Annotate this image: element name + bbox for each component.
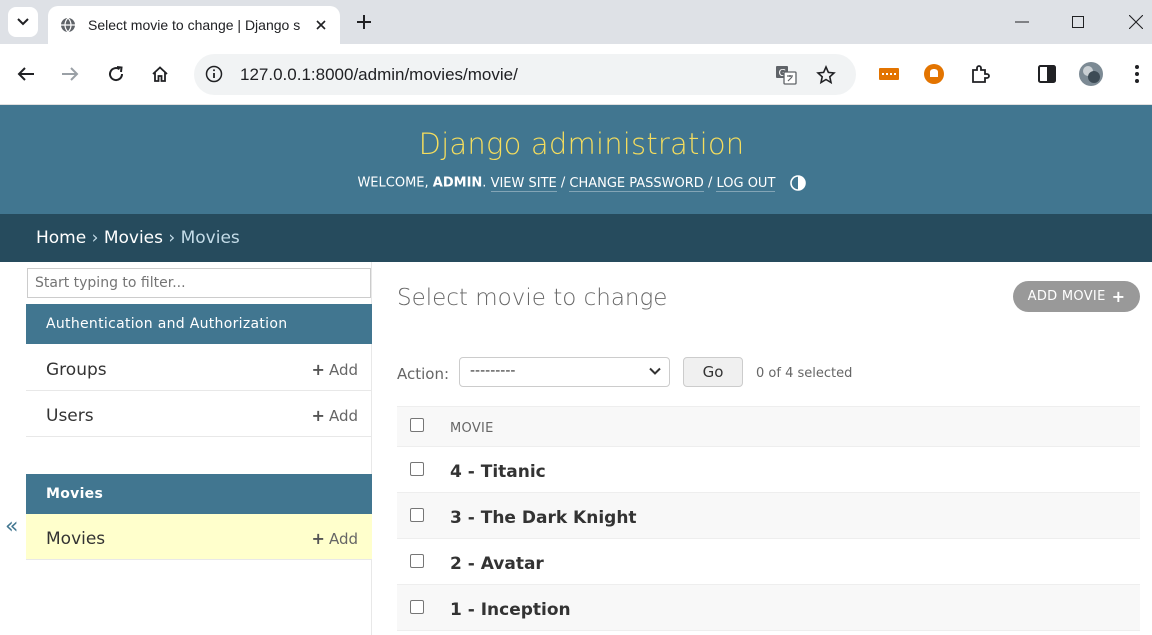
forward-button[interactable] (55, 59, 85, 89)
side-panel-icon (1038, 65, 1056, 83)
sidebar-item-users[interactable]: Users + Add (26, 391, 372, 437)
welcome-text: Welcome, (357, 175, 429, 191)
site-info-icon[interactable] (204, 64, 224, 84)
admin-header: Django administration Welcome, admin. Vi… (0, 105, 1152, 214)
puzzle-icon (972, 65, 990, 83)
movie-link[interactable]: 2 - Avatar (450, 554, 544, 574)
sidebar-item-movies[interactable]: Movies + Add (26, 514, 372, 560)
movie-link[interactable]: 3 - The Dark Knight (450, 508, 637, 528)
view-site-link[interactable]: View site (490, 175, 557, 192)
globe-icon (60, 17, 76, 33)
maximize-button[interactable] (1066, 10, 1090, 34)
add-users-link[interactable]: + Add (312, 406, 358, 425)
action-label: Action: (397, 365, 450, 383)
reload-icon (109, 66, 124, 82)
row-checkbox[interactable] (410, 462, 424, 476)
new-tab-button[interactable] (352, 10, 376, 34)
add-label: Add (328, 530, 358, 548)
add-groups-link[interactable]: + Add (312, 360, 358, 379)
sidebar-collapse-toggle[interactable]: « (5, 514, 18, 539)
plus-icon: + (311, 529, 325, 548)
add-movie-label: Add movie (1027, 289, 1106, 304)
movie-link[interactable]: 1 - Inception (450, 600, 571, 620)
plus-icon: + (311, 360, 325, 379)
add-movies-link[interactable]: + Add (312, 529, 358, 548)
address-bar[interactable]: 127.0.0.1:8000/admin/movies/movie/ G (194, 54, 856, 95)
nav-sidebar: Authentication and Authorization Groups … (26, 262, 372, 635)
browser-menu-button[interactable] (1122, 59, 1152, 89)
translate-icon[interactable]: G (775, 64, 797, 86)
table-row: 4 - Titanic (397, 447, 1140, 493)
action-selected-value: --------- (470, 363, 516, 379)
extension-button-1[interactable] (874, 59, 904, 89)
tab-title: Select movie to change | Django site adm… (88, 17, 300, 33)
browser-toolbar: 127.0.0.1:8000/admin/movies/movie/ G (0, 44, 1152, 105)
table-row: 3 - The Dark Knight (397, 493, 1140, 539)
maximize-icon (1072, 16, 1084, 28)
minimize-button[interactable] (1010, 10, 1034, 34)
table-row: 1 - Inception (397, 585, 1140, 631)
add-label: Add (328, 361, 358, 379)
change-password-link[interactable]: Change password (569, 175, 704, 192)
profile-button[interactable] (1076, 59, 1106, 89)
home-button[interactable] (145, 59, 175, 89)
browser-tabbar: Select movie to change | Django site adm… (0, 0, 1152, 44)
add-movie-button[interactable]: Add movie + (1013, 281, 1140, 312)
breadcrumb: Home › Movies › Movies (0, 214, 1152, 262)
model-link-movies[interactable]: Movies (46, 529, 105, 549)
plus-icon: + (1111, 287, 1126, 306)
bookmark-star-icon[interactable] (815, 64, 837, 86)
back-button[interactable] (11, 59, 41, 89)
column-header-movie[interactable]: Movie (450, 421, 494, 436)
side-panel-button[interactable] (1032, 59, 1062, 89)
more-vertical-icon (1135, 65, 1139, 83)
home-icon (152, 66, 168, 82)
log-out-link[interactable]: Log out (716, 175, 776, 192)
add-label: Add (328, 407, 358, 425)
url-text: 127.0.0.1:8000/admin/movies/movie/ (240, 65, 518, 84)
sidebar-item-groups[interactable]: Groups + Add (26, 345, 372, 391)
extension-orange-icon (879, 68, 899, 80)
close-icon (1129, 15, 1143, 29)
reload-button[interactable] (101, 59, 131, 89)
breadcrumb-current: Movies (180, 228, 240, 248)
breadcrumb-app-link[interactable]: Movies (104, 228, 163, 248)
site-title[interactable]: Django administration (0, 127, 1152, 161)
username: admin (432, 175, 483, 191)
chevron-down-icon (17, 18, 29, 26)
browser-tab[interactable]: Select movie to change | Django site adm… (48, 6, 340, 44)
close-tab-icon[interactable] (312, 16, 330, 34)
arrow-right-icon (62, 67, 79, 81)
selection-counter: 0 of 4 selected (756, 366, 853, 381)
chevron-down-icon (649, 367, 661, 375)
arrow-left-icon (17, 67, 34, 81)
row-checkbox[interactable] (410, 508, 424, 522)
extensions-button[interactable] (965, 59, 995, 89)
nav-filter-input[interactable] (27, 268, 371, 298)
close-window-button[interactable] (1124, 10, 1148, 34)
breadcrumb-home-link[interactable]: Home (36, 228, 86, 248)
row-checkbox[interactable] (410, 554, 424, 568)
action-select[interactable]: --------- (459, 357, 670, 387)
extension-button-2[interactable] (919, 59, 949, 89)
row-checkbox[interactable] (410, 600, 424, 614)
page-title: Select movie to change (397, 285, 668, 311)
table-row: 2 - Avatar (397, 539, 1140, 585)
table-header: Movie (397, 406, 1140, 447)
theme-toggle-icon[interactable] (789, 175, 806, 191)
plus-icon (357, 15, 371, 29)
app-caption-auth[interactable]: Authentication and Authorization (26, 304, 372, 344)
go-button[interactable]: Go (683, 357, 743, 387)
model-link-users[interactable]: Users (46, 406, 94, 426)
extension-shield-icon (924, 64, 944, 84)
plus-icon: + (311, 406, 325, 425)
model-link-groups[interactable]: Groups (46, 360, 107, 380)
user-tools: Welcome, admin. View site / Change passw… (0, 175, 1152, 192)
movie-link[interactable]: 4 - Titanic (450, 462, 546, 482)
select-all-checkbox[interactable] (410, 418, 424, 432)
tab-search-button[interactable] (8, 7, 38, 37)
avatar (1079, 62, 1103, 86)
minimize-icon (1015, 21, 1029, 23)
app-caption-movies[interactable]: Movies (26, 474, 372, 514)
